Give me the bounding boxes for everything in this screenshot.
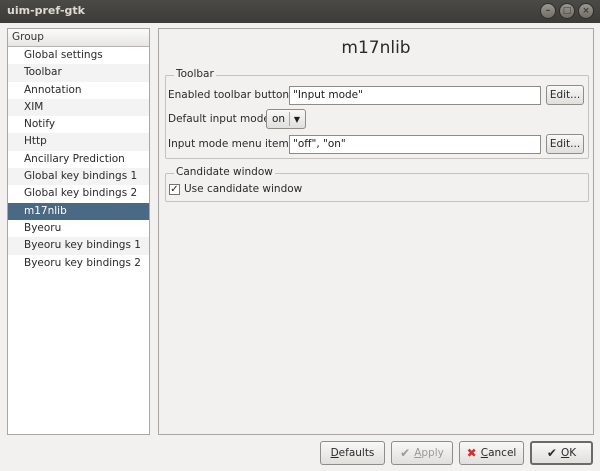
default-input-mode-select[interactable]: on ▼: [266, 109, 306, 129]
group-item-byeoru-key-bindings-1[interactable]: Byeoru key bindings 1: [8, 237, 149, 255]
use-candidate-window-label[interactable]: Use candidate window: [184, 183, 302, 195]
checkmark-icon: ✔: [400, 446, 411, 460]
maximize-icon[interactable]: □: [559, 3, 575, 19]
window-title: uim-pref-gtk: [7, 4, 85, 17]
title-bar[interactable]: uim-pref-gtk – □ ×: [0, 0, 600, 23]
group-panel: Group Global settings Toolbar Annotation…: [7, 28, 150, 435]
enabled-buttons-label: Enabled toolbar buttons: [168, 89, 295, 101]
cancel-icon: ✖: [466, 446, 477, 460]
cancel-button[interactable]: ✖ Cancel: [459, 441, 524, 465]
window-controls: – □ ×: [540, 3, 594, 19]
ok-checkmark-icon: ✔: [546, 446, 557, 460]
menu-items-field[interactable]: "off", "on": [289, 135, 541, 154]
menu-items-edit-button[interactable]: Edit...: [546, 134, 584, 154]
group-item-global-key-bindings-1[interactable]: Global key bindings 1: [8, 168, 149, 186]
close-icon[interactable]: ×: [578, 3, 594, 19]
group-item-byeoru[interactable]: Byeoru: [8, 220, 149, 237]
group-item-byeoru-key-bindings-2[interactable]: Byeoru key bindings 2: [8, 255, 149, 272]
group-item-xim[interactable]: XIM: [8, 98, 149, 117]
apply-button-label: Apply: [414, 447, 444, 459]
settings-panel: m17nlib Toolbar Enabled toolbar buttons …: [158, 28, 594, 435]
toolbar-frame-label: Toolbar: [174, 68, 216, 80]
apply-button[interactable]: ✔ Apply: [391, 441, 453, 465]
default-input-mode-value: on: [272, 113, 286, 125]
toolbar-frame: Toolbar Enabled toolbar buttons "Input m…: [165, 68, 589, 159]
ok-button-label: OK: [560, 447, 577, 459]
minimize-icon[interactable]: –: [540, 3, 556, 19]
enabled-buttons-field[interactable]: "Input mode": [289, 86, 541, 105]
ok-button[interactable]: ✔ OK: [530, 441, 593, 465]
defaults-button-label: Defaults: [330, 447, 375, 459]
default-input-mode-label: Default input mode: [168, 113, 270, 125]
group-item-global-settings[interactable]: Global settings: [8, 47, 149, 64]
candidate-window-frame-label: Candidate window: [174, 166, 275, 178]
group-item-http[interactable]: Http: [8, 133, 149, 151]
page-title: m17nlib: [341, 38, 411, 58]
use-candidate-window-checkbox[interactable]: ✓: [169, 184, 180, 195]
group-item-annotation[interactable]: Annotation: [8, 82, 149, 99]
cancel-button-label: Cancel: [480, 447, 517, 459]
enabled-buttons-edit-button[interactable]: Edit...: [546, 85, 584, 105]
group-list: Global settings Toolbar Annotation XIM N…: [8, 47, 149, 272]
group-item-ancillary-prediction[interactable]: Ancillary Prediction: [8, 151, 149, 168]
group-item-notify[interactable]: Notify: [8, 116, 149, 133]
defaults-button[interactable]: Defaults: [320, 441, 385, 465]
menu-items-label: Input mode menu items: [168, 138, 295, 150]
group-item-toolbar[interactable]: Toolbar: [8, 64, 149, 82]
chevron-down-icon: ▼: [293, 114, 301, 124]
group-item-m17nlib[interactable]: m17nlib: [8, 202, 149, 220]
group-column-header[interactable]: Group: [8, 29, 149, 47]
group-item-global-key-bindings-2[interactable]: Global key bindings 2: [8, 185, 149, 202]
preferences-window: uim-pref-gtk – □ × Group Global settings…: [0, 0, 600, 471]
candidate-window-frame: Candidate window ✓ Use candidate window: [165, 166, 589, 202]
